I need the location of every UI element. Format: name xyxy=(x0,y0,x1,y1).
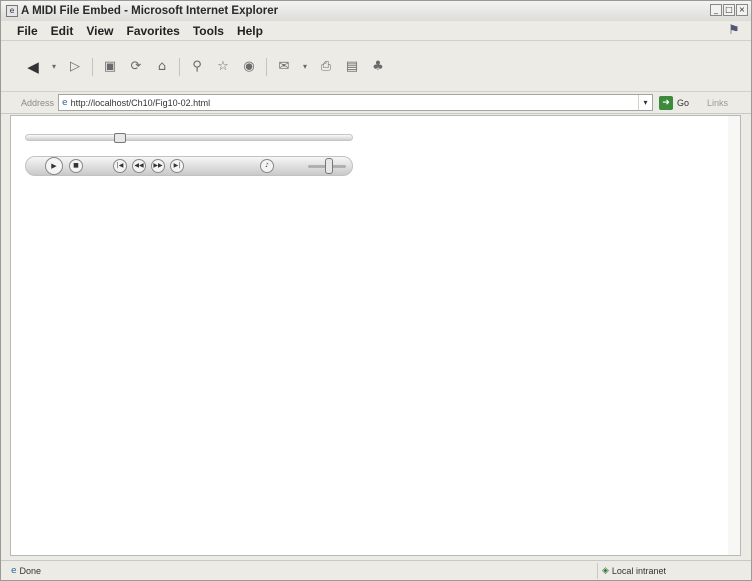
address-input[interactable]: e http://localhost/Ch10/Fig10-02.html ▾ xyxy=(58,94,654,111)
menu-edit[interactable]: Edit xyxy=(51,24,74,38)
links-button[interactable]: Links xyxy=(707,98,728,108)
stop-icon[interactable]: ▣ xyxy=(101,58,119,76)
media-icon[interactable]: ◉ xyxy=(240,58,258,76)
seek-slider-thumb[interactable] xyxy=(114,133,126,143)
embedded-media-player: ▶ ■ |◀ ◀◀ ▶▶ ▶| ♪ xyxy=(25,133,353,184)
print-icon[interactable]: ⎙ xyxy=(317,58,335,76)
menu-favorites[interactable]: Favorites xyxy=(126,24,179,38)
menu-file[interactable]: File xyxy=(17,24,38,38)
refresh-icon[interactable]: ⟳ xyxy=(127,58,145,76)
menu-view[interactable]: View xyxy=(86,24,113,38)
mail-dropdown-icon[interactable]: ▾ xyxy=(301,58,309,76)
volume-slider-thumb[interactable] xyxy=(325,158,333,174)
page-content: ▶ ■ |◀ ◀◀ ▶▶ ▶| ♪ xyxy=(10,115,741,556)
toolbar-separator xyxy=(92,57,93,76)
mute-button[interactable]: ♪ xyxy=(260,159,274,173)
stop-button[interactable]: ■ xyxy=(69,159,83,173)
previous-button[interactable]: |◀ xyxy=(113,159,127,173)
go-label: Go xyxy=(677,97,690,108)
page-icon: e xyxy=(62,97,68,108)
standard-toolbar: ◀ ▾ ▷ ▣ ⟳ ⌂ ⚲ ☆ ◉ ✉ ▾ ⎙ ▤ ♣ xyxy=(1,42,751,92)
forward-icon[interactable]: ▷ xyxy=(66,58,84,76)
status-text: Done xyxy=(19,565,42,576)
maximize-button[interactable]: □ xyxy=(723,4,735,16)
back-icon[interactable]: ◀ xyxy=(24,58,42,76)
player-controls: ▶ ■ |◀ ◀◀ ▶▶ ▶| ♪ xyxy=(25,156,353,176)
window-title: A MIDI File Embed - Microsoft Internet E… xyxy=(21,5,279,17)
home-icon[interactable]: ⌂ xyxy=(153,58,171,76)
search-icon[interactable]: ⚲ xyxy=(188,58,206,76)
seek-bar[interactable] xyxy=(25,133,353,143)
browser-window: e A MIDI File Embed - Microsoft Internet… xyxy=(0,0,752,581)
ie-app-icon[interactable]: e xyxy=(6,5,18,17)
toolbar-separator xyxy=(266,57,267,76)
go-button[interactable]: ➜ Go xyxy=(659,95,690,110)
security-zone: ◈ Local intranet xyxy=(597,563,747,579)
close-button[interactable]: × xyxy=(736,4,748,16)
messenger-icon[interactable]: ♣ xyxy=(369,58,387,76)
menu-help[interactable]: Help xyxy=(237,24,263,38)
address-url[interactable]: http://localhost/Ch10/Fig10-02.html xyxy=(71,98,211,108)
go-arrow-icon: ➜ xyxy=(659,95,674,110)
rewind-button[interactable]: ◀◀ xyxy=(132,159,146,173)
next-button[interactable]: ▶| xyxy=(170,159,184,173)
windows-logo-icon: ⚑ xyxy=(728,23,740,38)
address-bar: Address e http://localhost/Ch10/Fig10-02… xyxy=(1,92,751,114)
page-done-icon: e xyxy=(11,565,17,576)
address-dropdown-icon[interactable]: ▾ xyxy=(638,95,652,110)
vertical-scrollbar[interactable] xyxy=(728,116,740,555)
edit-icon[interactable]: ▤ xyxy=(343,58,361,76)
fast-forward-button[interactable]: ▶▶ xyxy=(151,159,165,173)
address-label: Address xyxy=(21,97,55,108)
menu-bar: File Edit View Favorites Tools Help xyxy=(1,21,751,41)
minimize-button[interactable]: _ xyxy=(710,4,722,16)
play-button[interactable]: ▶ xyxy=(45,157,63,175)
zone-label: Local intranet xyxy=(611,566,666,576)
toolbar-separator xyxy=(179,57,180,76)
menu-tools[interactable]: Tools xyxy=(193,24,224,38)
status-bar: e Done ◈ Local intranet xyxy=(1,560,751,580)
window-controls: _ □ × xyxy=(710,4,748,16)
back-dropdown-icon[interactable]: ▾ xyxy=(50,58,58,76)
mail-icon[interactable]: ✉ xyxy=(275,58,293,76)
intranet-zone-icon: ◈ xyxy=(602,566,609,576)
favorites-icon[interactable]: ☆ xyxy=(214,58,232,76)
title-bar: e A MIDI File Embed - Microsoft Internet… xyxy=(1,1,751,21)
volume-slider[interactable] xyxy=(308,158,346,174)
